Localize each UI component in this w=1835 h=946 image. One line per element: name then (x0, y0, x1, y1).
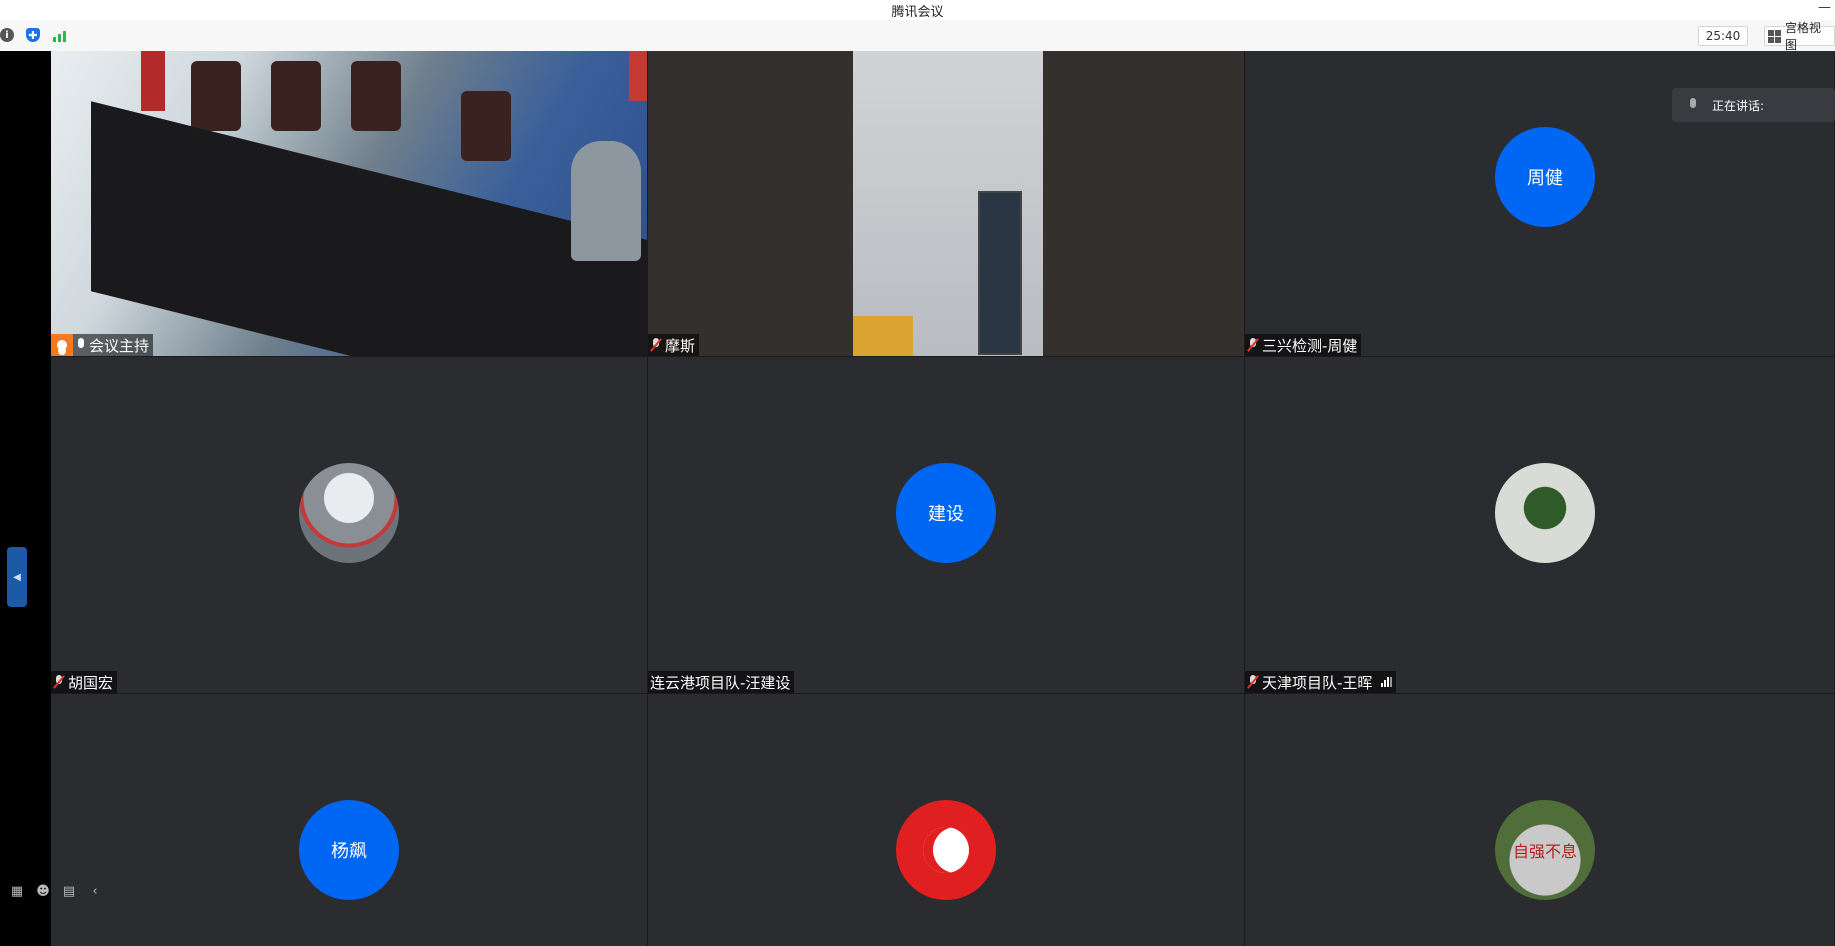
participant-tile-yangbiao[interactable]: 杨飙 (51, 694, 648, 946)
video-grid: 会议主持 摩斯 周健 三兴检测-周健 胡国宏 建设 连云港项目队-汪建设 天津项… (51, 51, 1835, 946)
participant-name-tag: 天津项目队-王晖 (1245, 671, 1397, 693)
participant-tile-wanghui[interactable]: 天津项目队-王晖 (1245, 357, 1835, 694)
avatar: 杨飙 (299, 800, 399, 900)
signal-icon (1381, 677, 1393, 687)
participant-tile-mosi[interactable]: 摩斯 (648, 51, 1245, 357)
participant-name-tag: 胡国宏 (51, 671, 118, 693)
signal-icon[interactable] (52, 28, 66, 42)
avatar (896, 800, 996, 900)
video-feed-phone (853, 51, 1043, 356)
left-rail: ◀ (0, 51, 51, 946)
mic-icon (1688, 98, 1698, 112)
avatar (1495, 463, 1595, 563)
meeting-timer: 25:40 (1698, 26, 1748, 46)
participant-name: 摩斯 (665, 336, 696, 355)
participant-name: 胡国宏 (68, 673, 114, 692)
avatar: 周健 (1495, 127, 1595, 227)
participant-tile-logo[interactable] (648, 694, 1245, 946)
speaking-indicator: 正在讲话: (1672, 88, 1835, 122)
chat-icon[interactable]: ▤ (60, 882, 78, 900)
participant-name: 连云港项目队-汪建设 (650, 673, 791, 692)
mic-muted-icon (650, 338, 662, 352)
chevron-left-icon: ◀ (13, 571, 21, 583)
view-mode-button[interactable]: 宫格视图 (1764, 21, 1835, 52)
mic-muted-icon (1247, 675, 1259, 689)
avatar (299, 463, 399, 563)
participant-name: 会议主持 (89, 336, 150, 355)
view-mode-label: 宫格视图 (1785, 21, 1822, 52)
participant-name: 天津项目队-王晖 (1262, 673, 1373, 692)
participant-tile-host[interactable]: 会议主持 (51, 51, 648, 357)
participant-name-tag: 会议主持 (51, 334, 154, 356)
participant-tile-wangjianshe[interactable]: 建设 连云港项目队-汪建设 (648, 357, 1245, 694)
participant-tile-huguohong[interactable]: 胡国宏 (51, 357, 648, 694)
host-icon (51, 334, 73, 356)
minimize-button[interactable]: — (1818, 0, 1831, 15)
sidebar-toggle-button[interactable]: ◀ (7, 547, 27, 607)
video-feed-room (51, 51, 647, 356)
speaking-label: 正在讲话: (1712, 98, 1765, 113)
shield-icon[interactable]: ✚ (26, 28, 40, 42)
avatar: 自强不息 (1495, 800, 1595, 900)
window-title: 腾讯会议 (891, 5, 944, 20)
avatar: 建设 (896, 463, 996, 563)
participant-name: 三兴检测-周健 (1262, 336, 1358, 355)
mic-muted-icon (1247, 338, 1259, 352)
participant-tile-stone[interactable]: 自强不息 (1245, 694, 1835, 946)
info-icon[interactable]: i (0, 28, 14, 42)
mic-muted-icon (53, 675, 65, 689)
meeting-toolbar: i ✚ 25:40 宫格视图 (0, 20, 1835, 52)
apps-icon[interactable]: ▦ (8, 882, 26, 900)
mic-icon (76, 338, 86, 352)
grid-icon (1768, 29, 1781, 43)
participant-name-tag: 摩斯 (648, 334, 700, 356)
title-bar: 腾讯会议 — (0, 0, 1835, 20)
collapse-icon[interactable]: ‹ (86, 882, 104, 900)
emoji-icon[interactable]: ☻ (34, 882, 52, 900)
participant-name-tag: 连云港项目队-汪建设 (648, 671, 795, 693)
participant-name-tag: 三兴检测-周健 (1245, 334, 1362, 356)
bottom-controls: ▦ ☻ ▤ ‹ (0, 878, 104, 904)
